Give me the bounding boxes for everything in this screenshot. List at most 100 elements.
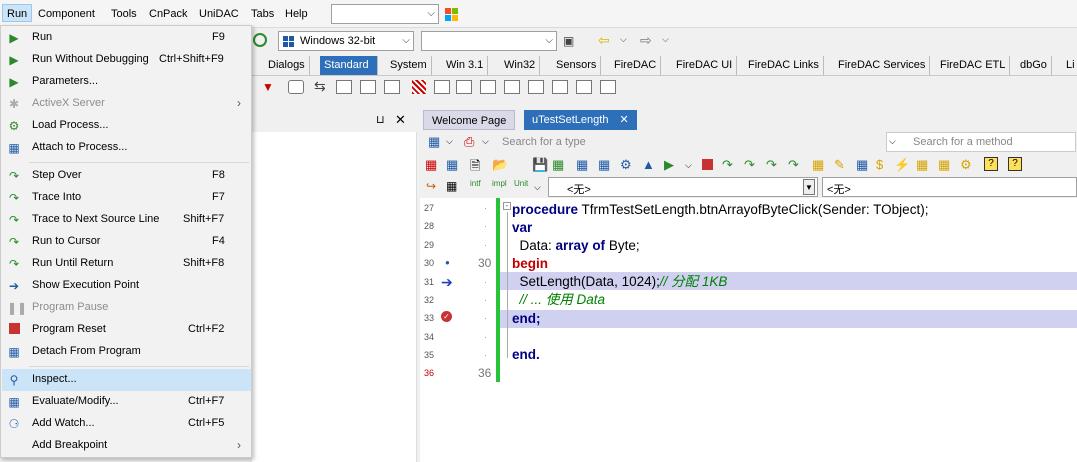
- edit-component-icon[interactable]: [360, 80, 376, 94]
- panel-component-icon[interactable]: [552, 80, 568, 94]
- palette-tab-sensors[interactable]: Sensors: [552, 56, 602, 75]
- implementation-icon[interactable]: impl: [492, 179, 507, 188]
- palette-tab-standard[interactable]: Standard: [320, 56, 378, 75]
- palette-tab-win31[interactable]: Win 3.1: [442, 56, 489, 75]
- chevron-down-icon[interactable]: ⌵: [620, 34, 627, 45]
- tab-utestsetlength[interactable]: uTestSetLength ✕: [524, 110, 637, 130]
- pin-icon[interactable]: ⊔: [376, 113, 385, 126]
- edit-icon[interactable]: ✎: [834, 157, 845, 173]
- form-icon[interactable]: ▦: [576, 157, 588, 173]
- back-arrow-icon[interactable]: ⇦: [598, 32, 610, 49]
- structure-view-icon[interactable]: ▦: [428, 134, 440, 150]
- menu-item-add-breakpoint[interactable]: Add Breakpoint ›: [2, 435, 251, 457]
- menu-item-run-until-return[interactable]: ↷ Run Until Return Shift+F8: [2, 253, 251, 275]
- menu-tabs[interactable]: Tabs: [247, 5, 278, 23]
- save-icon[interactable]: 💾: [532, 157, 548, 173]
- palette-tab-win32[interactable]: Win32: [500, 56, 541, 75]
- method-combo[interactable]: <无>: [822, 177, 1077, 197]
- close-icon[interactable]: ✕: [395, 112, 406, 128]
- menu-item-program-reset[interactable]: Program Reset Ctrl+F2: [2, 319, 251, 341]
- desktop-layout-combo[interactable]: ⌵: [331, 4, 439, 24]
- menu-run[interactable]: Run: [2, 4, 33, 22]
- breakpoint-icon[interactable]: ✓: [441, 311, 452, 322]
- window-icon[interactable]: ▦: [446, 179, 457, 193]
- save-all-icon[interactable]: ▦: [552, 157, 564, 173]
- search-method-combo[interactable]: ⌵ Search for a method: [886, 132, 1076, 152]
- tab-welcome-page[interactable]: Welcome Page: [423, 110, 516, 130]
- menu-item-trace-next-source-line[interactable]: ↷ Trace to Next Source Line Shift+F7: [2, 209, 251, 231]
- palette-tab-firedac-services[interactable]: FireDAC Services: [834, 56, 931, 75]
- class-combo[interactable]: <无> ▼: [548, 177, 818, 197]
- menu-item-detach-from-program[interactable]: ▦ Detach From Program: [2, 341, 251, 363]
- menu-item-trace-into[interactable]: ↷ Trace Into F7: [2, 187, 251, 209]
- menu-item-load-process[interactable]: ⚙ Load Process...: [2, 115, 251, 137]
- forward-arrow-icon[interactable]: ⇨: [640, 32, 652, 49]
- platform-combo[interactable]: Windows 32-bit ⌵: [278, 31, 414, 51]
- palette-tab-more[interactable]: Li: [1062, 56, 1077, 75]
- menu-item-evaluate-modify[interactable]: ▦ Evaluate/Modify... Ctrl+F7: [2, 391, 251, 413]
- palette-tab-dialogs[interactable]: Dialogs: [264, 56, 310, 75]
- menu-item-run[interactable]: ▶ Run F9: [2, 27, 251, 49]
- palette-tab-firedac-etl[interactable]: FireDAC ETL: [936, 56, 1011, 75]
- chevron-down-icon[interactable]: ⌵: [446, 136, 453, 147]
- search-type-input[interactable]: Search for a type: [498, 132, 878, 152]
- menu-unidac[interactable]: UniDAC: [195, 5, 243, 23]
- chevron-down-icon[interactable]: ⌵: [685, 160, 692, 171]
- config-combo[interactable]: ⌵: [421, 31, 557, 51]
- palette-tab-system[interactable]: System: [386, 56, 432, 75]
- menu-item-run-to-cursor[interactable]: ↷ Run to Cursor F4: [2, 231, 251, 253]
- hierarchy-icon[interactable]: ↪: [426, 179, 436, 193]
- menu-item-inspect[interactable]: ⚲ Inspect...: [2, 369, 251, 391]
- radiogroup-component-icon[interactable]: [528, 80, 544, 94]
- menu-item-parameters[interactable]: ▶ Parameters...: [2, 71, 251, 93]
- help-icon[interactable]: ?: [984, 157, 998, 171]
- palette-tab-firedac-links[interactable]: FireDAC Links: [744, 56, 824, 75]
- memo-component-icon[interactable]: [384, 80, 400, 94]
- new-icon[interactable]: ▦: [446, 157, 458, 173]
- button-component-icon[interactable]: [288, 80, 304, 94]
- menu-item-activex-server[interactable]: ✱ ActiveX Server ›: [2, 93, 251, 115]
- chevron-down-icon[interactable]: ⌵: [482, 136, 489, 147]
- fold-toggle-icon[interactable]: -: [503, 202, 511, 210]
- close-all-icon[interactable]: ▦: [425, 157, 437, 173]
- menu-item-attach-to-process[interactable]: ▦ Attach to Process...: [2, 137, 251, 159]
- print-icon[interactable]: ⎙: [464, 134, 474, 150]
- device-icon[interactable]: ▣: [563, 34, 574, 48]
- options-gear-icon[interactable]: ⚙: [960, 157, 972, 173]
- menu-item-add-watch[interactable]: ⚆ Add Watch... Ctrl+F5: [2, 413, 251, 435]
- open-folder-icon[interactable]: 📂: [492, 157, 508, 173]
- label-component-icon[interactable]: [336, 80, 352, 94]
- combobox-component-icon[interactable]: [480, 80, 496, 94]
- groupbox-component-icon[interactable]: [576, 80, 592, 94]
- menu-item-step-over[interactable]: ↷ Step Over F8: [2, 165, 251, 187]
- scrollbar-component-icon[interactable]: [600, 80, 616, 94]
- windows-logo-icon[interactable]: [445, 8, 459, 22]
- menu-tools[interactable]: Tools: [107, 5, 141, 23]
- interface-icon[interactable]: intf: [470, 179, 481, 188]
- step-over-toolbar-icon[interactable]: ↷: [722, 157, 733, 173]
- splitter-component-icon[interactable]: ⇆: [314, 78, 326, 95]
- palette-tab-firedac-ui[interactable]: FireDAC UI: [672, 56, 738, 75]
- menu-item-show-execution-point[interactable]: ➔ Show Execution Point: [2, 275, 251, 297]
- listbox-component-icon[interactable]: [434, 80, 450, 94]
- chevron-down-icon[interactable]: ⌵: [534, 182, 541, 193]
- stop-icon[interactable]: [702, 159, 713, 170]
- document-icon[interactable]: ▦: [856, 157, 868, 173]
- unit-section-icon[interactable]: Unit: [514, 179, 528, 188]
- close-tab-icon[interactable]: ✕: [620, 114, 629, 126]
- menu-item-program-pause[interactable]: ❚❚ Program Pause: [2, 297, 251, 319]
- trace-into-toolbar-icon[interactable]: ↷: [744, 157, 755, 173]
- lightning-icon[interactable]: ⚡: [894, 157, 910, 173]
- palette-tab-firedac[interactable]: FireDAC: [610, 56, 662, 75]
- mainmenu-component-icon[interactable]: ▼: [262, 80, 274, 94]
- chevron-down-icon[interactable]: ⌵: [662, 34, 669, 45]
- code-icon[interactable]: ▦: [812, 157, 824, 173]
- shape-component-icon[interactable]: [412, 80, 426, 94]
- about-icon[interactable]: ?: [1008, 157, 1022, 171]
- gear-icon[interactable]: ▦: [916, 157, 928, 173]
- compile-icon[interactable]: ▲: [642, 157, 655, 172]
- image-component-icon[interactable]: [456, 80, 472, 94]
- menu-help[interactable]: Help: [281, 5, 312, 23]
- menu-component[interactable]: Component: [34, 5, 99, 23]
- statictext-component-icon[interactable]: [504, 80, 520, 94]
